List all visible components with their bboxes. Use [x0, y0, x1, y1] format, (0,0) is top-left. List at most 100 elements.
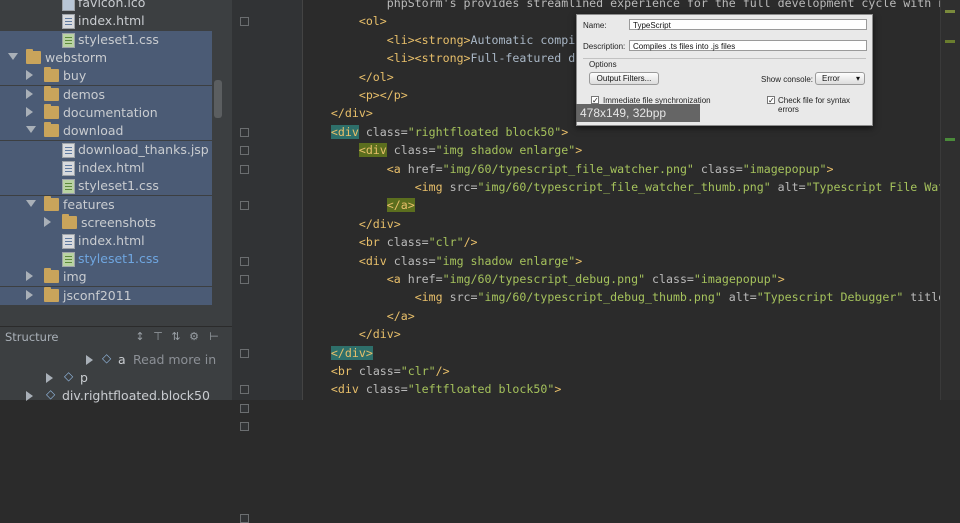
- code-token: <div: [358, 143, 387, 158]
- show-console-select[interactable]: Error: [815, 72, 865, 85]
- error-stripe[interactable]: [940, 0, 960, 400]
- code-line[interactable]: </a>: [303, 307, 415, 325]
- structure-item[interactable]: ◇ a Read more in: [0, 351, 232, 369]
- fold-marker-icon[interactable]: [240, 385, 249, 395]
- code-token: >: [777, 272, 785, 286]
- tree-folder[interactable]: buy: [0, 67, 212, 85]
- tree-folder[interactable]: jsconf2011: [0, 287, 212, 305]
- collapse-arrow-icon[interactable]: [86, 355, 93, 365]
- expand-arrow-icon[interactable]: [26, 200, 36, 207]
- gear-icon[interactable]: ⚙—: [184, 331, 204, 355]
- tree-file[interactable]: index.html: [0, 12, 212, 30]
- code-line[interactable]: <br class="clr"/>: [303, 233, 478, 251]
- warning-marker[interactable]: [945, 138, 955, 141]
- fold-marker-icon[interactable]: [240, 348, 249, 358]
- tree-file[interactable]: styleset1.css: [0, 31, 212, 49]
- tree-folder[interactable]: demos: [0, 86, 212, 104]
- name-field[interactable]: TypeScript: [629, 19, 867, 30]
- fold-marker-icon[interactable]: [240, 422, 249, 432]
- code-line[interactable]: <p></p>: [303, 86, 408, 104]
- tree-file[interactable]: favicon.ico: [0, 0, 212, 12]
- fold-marker-icon[interactable]: [240, 146, 249, 156]
- collapse-arrow-icon[interactable]: [26, 290, 33, 300]
- code-line[interactable]: <div class="rightfloated block50">: [303, 123, 568, 141]
- tree-item-label: buy: [63, 68, 87, 83]
- structure-item[interactable]: ◇ div.rightfloated.block50: [0, 387, 232, 405]
- code-line[interactable]: <div class="leftfloated block50">: [303, 380, 561, 398]
- code-line[interactable]: <div class="img shadow enlarge">: [303, 252, 582, 270]
- fold-marker-icon[interactable]: [240, 514, 249, 523]
- tree-folder[interactable]: screenshots: [0, 214, 212, 232]
- collapse-arrow-icon[interactable]: [26, 70, 33, 80]
- structure-item[interactable]: ◇ p: [0, 369, 232, 387]
- collapse-arrow-icon[interactable]: [44, 217, 51, 227]
- tree-file[interactable]: download_thanks.jsp: [0, 141, 212, 159]
- code-token: title=: [910, 290, 940, 305]
- code-line[interactable]: </a>: [303, 196, 415, 214]
- fold-marker-icon[interactable]: [240, 201, 249, 211]
- code-line[interactable]: <a href="img/60/typescript_debug.png" cl…: [303, 270, 785, 288]
- html-file-icon: [62, 161, 75, 176]
- collapse-arrow-icon[interactable]: [46, 373, 53, 383]
- expand-arrow-icon[interactable]: [26, 126, 36, 133]
- tree-file[interactable]: index.html: [0, 159, 212, 177]
- code-line[interactable]: <br class="clr"/>: [303, 362, 450, 380]
- tree-folder[interactable]: features: [0, 196, 212, 214]
- tree-file[interactable]: index.html: [0, 232, 212, 250]
- code-token: </div>: [358, 327, 401, 342]
- code-token: >: [554, 382, 562, 397]
- tree-item-label: download_thanks.jsp: [78, 142, 209, 157]
- tree-file[interactable]: styleset1.css: [0, 250, 212, 268]
- collapse-arrow-icon[interactable]: [26, 271, 33, 281]
- collapse-icon[interactable]: ⊤: [152, 331, 164, 343]
- tree-scrollbar[interactable]: [213, 0, 223, 316]
- code-line[interactable]: </ol>: [303, 68, 394, 86]
- tree-scrollbar-thumb[interactable]: [214, 80, 222, 118]
- code-line[interactable]: <img src="img/60/typescript_file_watcher…: [303, 178, 940, 196]
- tree-folder[interactable]: download: [0, 122, 212, 140]
- code-token: src=: [442, 180, 478, 194]
- collapse-arrow-icon[interactable]: [26, 89, 33, 99]
- tree-folder[interactable]: documentation: [0, 104, 212, 122]
- immediate-sync-checkbox[interactable]: ✓: [591, 96, 599, 105]
- code-token: "clr": [400, 364, 436, 378]
- fold-marker-icon[interactable]: [240, 127, 249, 137]
- code-line[interactable]: phpStorm's provides streamlined experien…: [303, 0, 940, 12]
- code-line[interactable]: <div class="img shadow enlarge">: [303, 141, 582, 159]
- description-field[interactable]: Compiles .ts files into .js files: [629, 40, 867, 51]
- code-line[interactable]: </div>: [303, 344, 373, 362]
- code-token: <li><strong>: [386, 32, 471, 47]
- fold-marker-icon[interactable]: [240, 275, 249, 284]
- html-tag-icon: ◇: [46, 387, 56, 401]
- warning-marker[interactable]: [945, 10, 955, 13]
- expand-arrow-icon[interactable]: [8, 53, 18, 60]
- tree-file[interactable]: styleset1.css: [0, 177, 212, 195]
- sort-icon[interactable]: ⇅: [170, 331, 182, 343]
- code-line[interactable]: <ol>: [303, 12, 387, 30]
- code-line[interactable]: </div>: [303, 104, 373, 122]
- code-token: <p></p>: [358, 88, 408, 102]
- warning-marker[interactable]: [945, 40, 955, 43]
- code-line[interactable]: </div>: [303, 325, 401, 343]
- pin-icon[interactable]: ⊢: [208, 331, 220, 343]
- tree-folder[interactable]: webstorm: [0, 49, 212, 67]
- html-tag-icon: ◇: [102, 351, 112, 365]
- tree-folder[interactable]: img: [0, 268, 212, 286]
- check-errors-checkbox[interactable]: ✓: [767, 96, 775, 105]
- code-line[interactable]: </div>: [303, 215, 401, 233]
- output-filters-button[interactable]: Output Filters...: [589, 72, 659, 85]
- collapse-arrow-icon[interactable]: [26, 107, 33, 117]
- code-line[interactable]: <a href="img/60/typescript_file_watcher.…: [303, 160, 834, 178]
- fold-marker-icon[interactable]: [240, 17, 249, 27]
- fold-marker-icon[interactable]: [240, 164, 249, 174]
- expand-icon[interactable]: ↕: [134, 331, 146, 343]
- fold-marker-icon[interactable]: [240, 403, 249, 413]
- code-line[interactable]: <img src="img/60/typescript_debug_thumb.…: [303, 288, 940, 306]
- fold-marker-icon[interactable]: [240, 256, 249, 266]
- tree-item-label: index.html: [78, 233, 145, 248]
